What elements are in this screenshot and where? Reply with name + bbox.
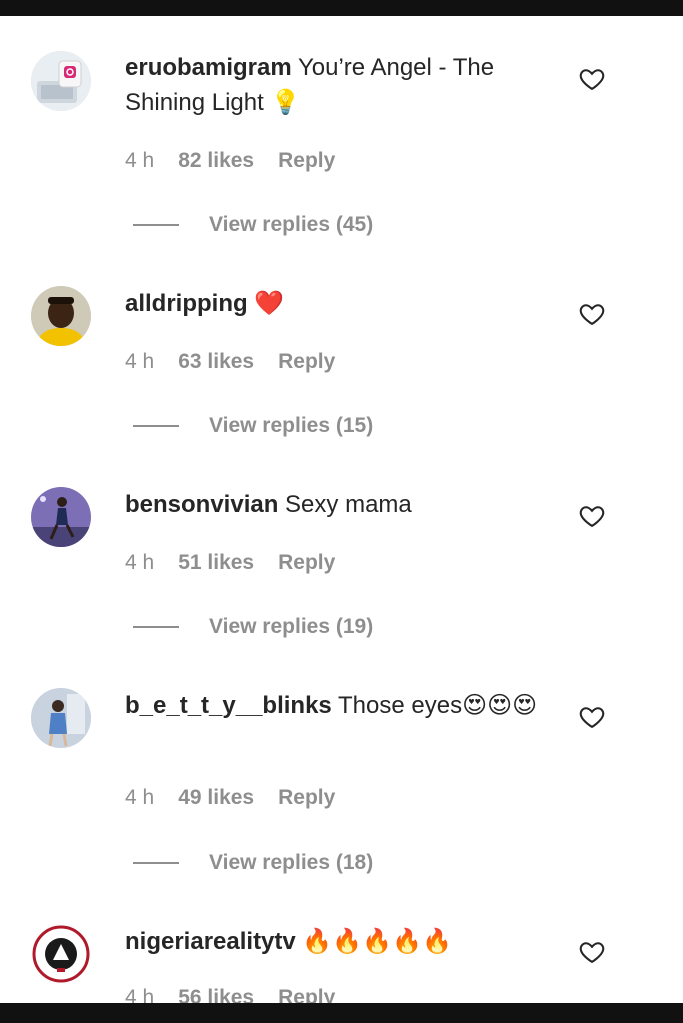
woman-blue-avatar-icon [31, 688, 91, 748]
view-replies-label[interactable]: View replies (15) [209, 414, 373, 438]
comment-time: 4 h [125, 149, 155, 172]
view-replies-button[interactable]: View replies (45) [133, 213, 373, 237]
view-replies-label[interactable]: View replies (19) [209, 615, 373, 639]
comment-time: 4 h [125, 786, 155, 809]
fire-emoji: 🔥🔥🔥🔥🔥 [302, 927, 452, 955]
likes-count[interactable]: 51 likes [178, 551, 254, 575]
instagram-laptop-avatar-icon [31, 51, 91, 111]
avatar[interactable] [31, 688, 91, 748]
heart-icon[interactable] [578, 300, 606, 328]
avatar[interactable] [31, 51, 91, 111]
person-yellow-shirt-avatar-icon [31, 286, 91, 346]
reply-button[interactable]: Reply [278, 551, 335, 575]
avatar[interactable] [31, 487, 91, 547]
divider-line [133, 626, 179, 628]
view-replies-button[interactable]: View replies (19) [133, 615, 373, 639]
heart-icon[interactable] [578, 502, 606, 530]
heart-icon[interactable] [578, 703, 606, 731]
comment-text: bensonvivian Sexy mama [125, 487, 550, 522]
comment-time: 4 h [125, 350, 155, 373]
divider-line [133, 224, 179, 226]
comment-text: alldripping ❤️ [125, 286, 550, 321]
comment-meta: 4 h 63 likes Reply [125, 350, 335, 374]
comment-meta: 4 h 56 likes Reply [125, 986, 335, 1003]
avatar[interactable] [31, 924, 91, 984]
reply-button[interactable]: Reply [278, 149, 335, 173]
comment-meta: 4 h 82 likes Reply [125, 149, 335, 173]
comment-username[interactable]: bensonvivian [125, 491, 278, 518]
comment-username[interactable]: alldripping [125, 290, 248, 317]
comment-meta: 4 h 51 likes Reply [125, 551, 335, 575]
comment-time: 4 h [125, 551, 155, 574]
view-replies-button[interactable]: View replies (18) [133, 851, 373, 875]
avatar[interactable] [31, 286, 91, 346]
heart-eyes-emoji: 😍😍😍 [462, 691, 538, 719]
navigation-bar [0, 1003, 683, 1023]
view-replies-label[interactable]: View replies (45) [209, 213, 373, 237]
reply-button[interactable]: Reply [278, 350, 335, 374]
comment-username[interactable]: nigeriarealitytv [125, 928, 296, 955]
view-replies-label[interactable]: View replies (18) [209, 851, 373, 875]
divider-line [133, 862, 179, 864]
comment-text: nigeriarealitytv 🔥🔥🔥🔥🔥 [125, 924, 550, 959]
likes-count[interactable]: 49 likes [178, 786, 254, 810]
likes-count[interactable]: 82 likes [178, 149, 254, 173]
heart-icon[interactable] [578, 65, 606, 93]
reply-button[interactable]: Reply [278, 986, 335, 1003]
comment-time: 4 h [125, 986, 155, 1003]
red-heart-emoji: ❤️ [254, 289, 285, 317]
comment-username[interactable]: eruobamigram [125, 54, 292, 81]
reply-button[interactable]: Reply [278, 786, 335, 810]
view-replies-button[interactable]: View replies (15) [133, 414, 373, 438]
comment-body: Those eyes [338, 692, 463, 719]
lightbulb-emoji: 💡 [270, 88, 301, 116]
heart-icon[interactable] [578, 938, 606, 966]
nigeria-reality-logo-avatar-icon [31, 924, 91, 984]
divider-line [133, 425, 179, 427]
comment-body: Sexy mama [285, 491, 412, 518]
comment-meta: 4 h 49 likes Reply [125, 786, 335, 810]
comment-text: b_e_t_t_y__blinks Those eyes😍😍😍 [125, 688, 550, 723]
likes-count[interactable]: 56 likes [178, 986, 254, 1003]
comment-username[interactable]: b_e_t_t_y__blinks [125, 692, 332, 719]
comment-text: eruobamigram You’re Angel - The Shining … [125, 51, 550, 120]
dancer-purple-avatar-icon [31, 487, 91, 547]
likes-count[interactable]: 63 likes [178, 350, 254, 374]
comments-list: eruobamigram You’re Angel - The Shining … [0, 0, 683, 1003]
